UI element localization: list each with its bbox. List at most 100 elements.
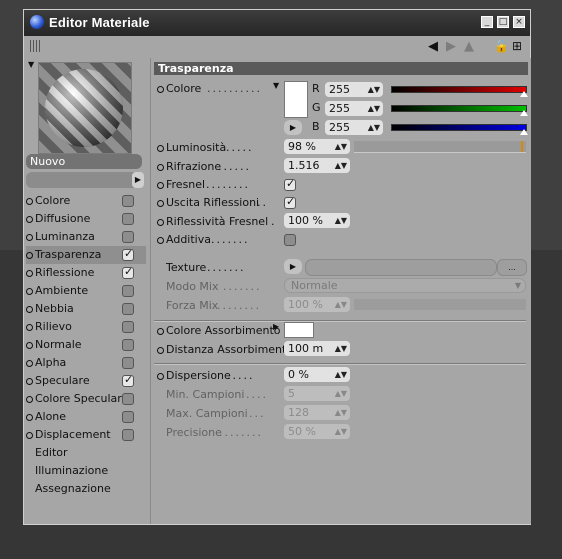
channel-item[interactable]: Alpha (26, 354, 146, 372)
page-item[interactable]: Illuminazione (35, 464, 108, 482)
minimize-button[interactable]: _ (481, 16, 493, 28)
forza-mix-slider[interactable] (354, 299, 526, 310)
channel-checkbox[interactable] (122, 411, 134, 423)
channel-checkbox[interactable] (122, 393, 134, 405)
green-slider-handle[interactable] (520, 110, 528, 116)
g-label: G (312, 101, 321, 114)
color-picker-arrow-icon[interactable]: ▶ (284, 120, 302, 135)
blue-slider[interactable] (391, 124, 527, 131)
anim-dot-icon[interactable] (157, 164, 164, 171)
color-swatch[interactable] (284, 81, 308, 118)
anim-dot-icon[interactable] (157, 373, 164, 380)
app-sphere-icon (30, 15, 44, 29)
channel-item[interactable]: Diffusione (26, 210, 146, 228)
anim-dot-icon (26, 324, 33, 331)
forward-arrow-icon[interactable]: ▶ (446, 39, 456, 54)
material-name-field[interactable]: Nuovo (26, 154, 142, 169)
channel-checkbox[interactable] (122, 195, 134, 207)
preview-slider[interactable]: ▶ (26, 172, 144, 188)
precisione-field[interactable]: 50 % ▲▼ (284, 424, 350, 439)
channel-item[interactable]: Colore (26, 192, 146, 210)
back-arrow-icon[interactable]: ◀ (428, 39, 438, 54)
channel-checkbox[interactable] (122, 285, 134, 297)
channel-checkbox[interactable] (122, 357, 134, 369)
anim-dot-icon[interactable] (157, 86, 164, 93)
precisione-label: Precisione (166, 426, 222, 439)
additiva-checkbox[interactable] (284, 234, 296, 246)
channel-checkbox[interactable] (122, 265, 134, 279)
channel-item[interactable]: Displacement (26, 426, 146, 444)
luminosita-slider[interactable] (354, 141, 526, 153)
channel-checkbox[interactable] (122, 213, 134, 225)
anim-dot-icon[interactable] (157, 200, 164, 207)
blue-field[interactable]: 255 ▲▼ (325, 120, 383, 135)
channel-item[interactable]: Ambiente (26, 282, 146, 300)
luminosita-field[interactable]: 98 % ▲▼ (284, 139, 350, 154)
page-item[interactable]: Assegnazione (35, 482, 111, 500)
channel-checkbox[interactable] (122, 303, 134, 315)
channel-label: Alpha (35, 356, 67, 369)
lock-icon[interactable]: 🔓 (494, 39, 509, 53)
menu-grip-icon[interactable] (30, 40, 42, 52)
channel-item[interactable]: Nebbia (26, 300, 146, 318)
red-field[interactable]: 255 ▲▼ (325, 82, 383, 97)
channel-checkbox[interactable] (122, 247, 134, 261)
max-campioni-field[interactable]: 128 ▲▼ (284, 405, 350, 420)
texture-browse-button[interactable]: ... (497, 259, 527, 276)
slider-arrow-icon[interactable]: ▶ (132, 172, 144, 188)
close-button[interactable]: × (513, 16, 525, 28)
distanza-assorbimento-field[interactable]: 100 m ▲▼ (284, 341, 350, 356)
channel-item[interactable]: Rilievo (26, 318, 146, 336)
window-title: Editor Materiale (49, 15, 150, 30)
preview-menu-arrow-icon[interactable]: ▼ (28, 60, 34, 69)
channel-item[interactable]: Riflessione (26, 264, 146, 282)
fresnel-checkbox[interactable] (284, 177, 296, 191)
rifrazione-field[interactable]: 1.516 ▲▼ (284, 158, 350, 173)
riflessivita-fresnel-field[interactable]: 100 % ▲▼ (284, 213, 350, 228)
title-bar[interactable]: Editor Materiale _ □ × (24, 10, 530, 36)
modo-mix-dropdown[interactable]: Normale ▼ (284, 278, 526, 293)
channel-item[interactable]: Alone (26, 408, 146, 426)
new-window-icon[interactable]: ⊞ (512, 39, 522, 53)
channel-item[interactable]: Luminanza (26, 228, 146, 246)
page-item[interactable]: Editor (35, 446, 68, 464)
uscita-riflessioni-param: Uscita Riflessioni .. (151, 194, 531, 212)
color-menu-arrow-icon[interactable]: ▼ (273, 81, 279, 90)
material-preview[interactable] (38, 62, 132, 154)
texture-field[interactable] (305, 259, 497, 276)
green-field[interactable]: 255 ▲▼ (325, 101, 383, 116)
anim-dot-icon[interactable] (157, 237, 164, 244)
min-campioni-label: Min. Campioni (166, 388, 245, 401)
blue-slider-handle[interactable] (520, 129, 528, 135)
red-slider-handle[interactable] (520, 91, 528, 97)
up-arrow-icon[interactable]: ▲ (464, 39, 474, 54)
anim-dot-icon[interactable] (157, 219, 164, 226)
colore-assorbimento-param: Colore Assorbimento ▶ (151, 322, 531, 340)
anim-dot-icon[interactable] (157, 182, 164, 189)
channel-item[interactable]: Speculare (26, 372, 146, 390)
anim-dot-icon[interactable] (157, 347, 164, 354)
expand-arrow-icon[interactable]: ▶ (273, 322, 279, 331)
maximize-button[interactable]: □ (497, 16, 509, 28)
anim-dot-icon[interactable] (157, 145, 164, 152)
green-slider[interactable] (391, 105, 527, 112)
channel-checkbox[interactable] (122, 373, 134, 387)
preview-sphere (45, 69, 123, 147)
channel-item[interactable]: Trasparenza (26, 246, 146, 264)
uscita-riflessioni-checkbox[interactable] (284, 195, 296, 209)
colore-assorbimento-swatch[interactable] (284, 322, 314, 338)
channel-checkbox[interactable] (122, 429, 134, 441)
channel-item[interactable]: Colore Speculare (26, 390, 146, 408)
channel-label: Rilievo (35, 320, 72, 333)
dispersione-field[interactable]: 0 % ▲▼ (284, 367, 350, 382)
channel-checkbox[interactable] (122, 231, 134, 243)
anim-dot-icon[interactable] (157, 328, 164, 335)
channel-item[interactable]: Normale (26, 336, 146, 354)
luminosita-slider-handle[interactable] (521, 141, 523, 152)
texture-menu-arrow-icon[interactable]: ▶ (284, 259, 302, 274)
red-slider[interactable] (391, 86, 527, 93)
forza-mix-field[interactable]: 100 % ▲▼ (284, 297, 350, 312)
min-campioni-field[interactable]: 5 ▲▼ (284, 386, 350, 401)
channel-checkbox[interactable] (122, 321, 134, 333)
channel-checkbox[interactable] (122, 339, 134, 351)
